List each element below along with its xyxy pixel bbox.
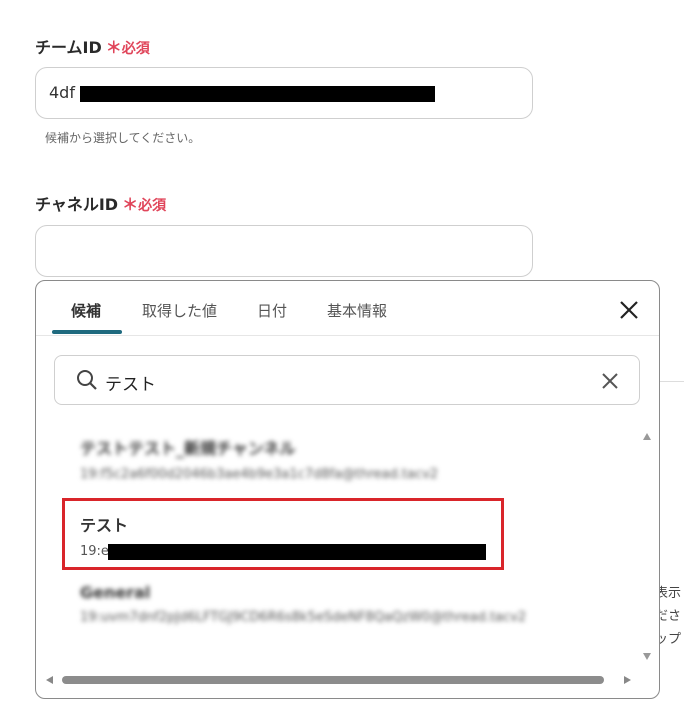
- scroll-up-arrow[interactable]: [643, 433, 651, 440]
- list-item[interactable]: General 19:uvm7dnf2pJd6LFTGJ9CD6R6s8k5eS…: [80, 583, 526, 625]
- horizontal-scrollbar[interactable]: [44, 673, 634, 687]
- results-list: テストテスト_新規チャンネル 19:f5c2a6f00d2046b3ae4b9e…: [36, 421, 636, 671]
- vertical-scrollbar[interactable]: [640, 431, 654, 661]
- list-item[interactable]: テストテスト_新規チャンネル 19:f5c2a6f00d2046b3ae4b9e…: [80, 435, 438, 482]
- scroll-down-arrow[interactable]: [643, 653, 651, 660]
- required-indicator: ＊必須: [122, 195, 167, 214]
- item-subtitle: 19:f5c2a6f00d2046b3ae4b9e3a1c7d8fa@threa…: [80, 467, 439, 482]
- redaction-bar: [80, 86, 435, 102]
- team-id-input[interactable]: 4df: [35, 67, 533, 119]
- required-text: 必須: [138, 198, 167, 214]
- item-title: General: [80, 583, 151, 602]
- channel-id-label-text: チャネルID: [35, 195, 119, 214]
- required-star: ＊: [105, 38, 122, 57]
- popup-tabs: 候補 取得した値 日付 基本情報: [36, 281, 659, 336]
- active-tab-indicator: [52, 330, 122, 334]
- team-id-help-text: 候補から選択してください。: [45, 131, 201, 145]
- required-star: ＊: [122, 195, 139, 214]
- scrollbar-thumb[interactable]: [642, 449, 652, 645]
- team-id-label-text: チームID: [35, 38, 102, 57]
- channel-id-input[interactable]: [35, 225, 533, 277]
- tab-retrieved-values[interactable]: 取得した値: [142, 300, 217, 321]
- item-subtitle: 19:uvm7dnf2pJd6LFTGJ9CD6R6s8k5eSdeNF8QaQ…: [80, 610, 527, 625]
- search-query: テスト: [105, 375, 156, 395]
- tab-candidates[interactable]: 候補: [71, 300, 101, 321]
- search-icon: [77, 370, 97, 390]
- clear-icon[interactable]: [601, 372, 619, 390]
- selected-item-highlight: [62, 498, 504, 570]
- scroll-left-arrow[interactable]: [46, 676, 53, 684]
- required-text: 必須: [121, 41, 150, 57]
- item-title: テストテスト_新規チャンネル: [80, 439, 296, 458]
- candidate-popup: 候補 取得した値 日付 基本情報 テスト テストテスト_新規チャンネル 19:f…: [35, 280, 660, 699]
- scrollbar-thumb[interactable]: [62, 676, 604, 684]
- close-icon[interactable]: [618, 299, 640, 321]
- required-indicator: ＊必須: [105, 38, 150, 57]
- tab-date[interactable]: 日付: [257, 300, 287, 321]
- team-id-value: 4df: [49, 83, 75, 102]
- tab-basic-info[interactable]: 基本情報: [327, 300, 387, 321]
- scroll-right-arrow[interactable]: [624, 676, 631, 684]
- team-id-label: チームID ＊必須: [35, 34, 150, 58]
- search-input[interactable]: テスト: [54, 355, 640, 405]
- channel-id-label: チャネルID ＊必須: [35, 191, 166, 215]
